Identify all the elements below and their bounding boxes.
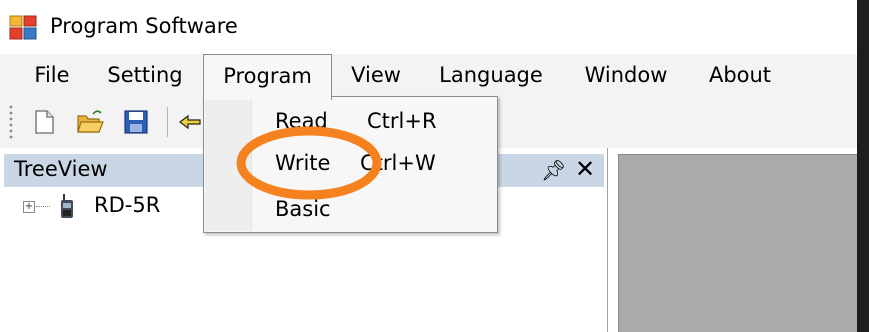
document-area	[618, 154, 857, 332]
menu-item-shortcut: Ctrl+W	[360, 151, 436, 175]
menu-item-basic[interactable]: Basic	[204, 189, 497, 233]
menu-program[interactable]: Program	[203, 54, 332, 100]
menu-file[interactable]: File	[22, 54, 82, 98]
menu-item-label: Read	[275, 109, 328, 133]
app-window: Program Software File Setting Program Vi…	[0, 0, 857, 332]
menu-item-read[interactable]: Read Ctrl+R	[204, 101, 497, 145]
pin-icon[interactable]: 📌︎	[541, 157, 566, 183]
menu-view[interactable]: View	[340, 54, 412, 98]
treeview-title: TreeView	[14, 157, 108, 181]
radio-icon	[61, 194, 73, 218]
menu-item-label: Write	[275, 151, 331, 175]
close-icon[interactable]: ✕	[575, 154, 595, 184]
menu-item-shortcut: Ctrl+R	[367, 109, 437, 133]
save-icon[interactable]	[122, 108, 150, 136]
open-folder-icon[interactable]	[76, 108, 104, 136]
menu-bar: File Setting Program View Language Windo…	[0, 54, 857, 100]
menu-setting[interactable]: Setting	[98, 54, 192, 98]
menu-about[interactable]: About	[696, 54, 784, 98]
toolbar-grip[interactable]	[9, 104, 13, 140]
program-dropdown-menu: Read Ctrl+R Write Ctrl+W Basic	[203, 96, 498, 233]
menu-language[interactable]: Language	[428, 54, 554, 98]
menu-window[interactable]: Window	[570, 54, 682, 98]
tree-expand-icon[interactable]: +	[23, 201, 35, 213]
tree-connector	[36, 206, 50, 207]
window-title: Program Software	[50, 14, 238, 38]
app-window-icon	[9, 15, 37, 40]
tree-node-rd5r[interactable]: RD-5R	[94, 193, 160, 217]
menu-item-write[interactable]: Write Ctrl+W	[204, 143, 497, 187]
new-file-icon[interactable]	[30, 108, 58, 136]
toolbar-separator	[167, 107, 168, 137]
title-bar: Program Software	[0, 0, 857, 54]
menu-item-label: Basic	[275, 197, 331, 221]
arrow-left-icon[interactable]	[178, 108, 204, 136]
